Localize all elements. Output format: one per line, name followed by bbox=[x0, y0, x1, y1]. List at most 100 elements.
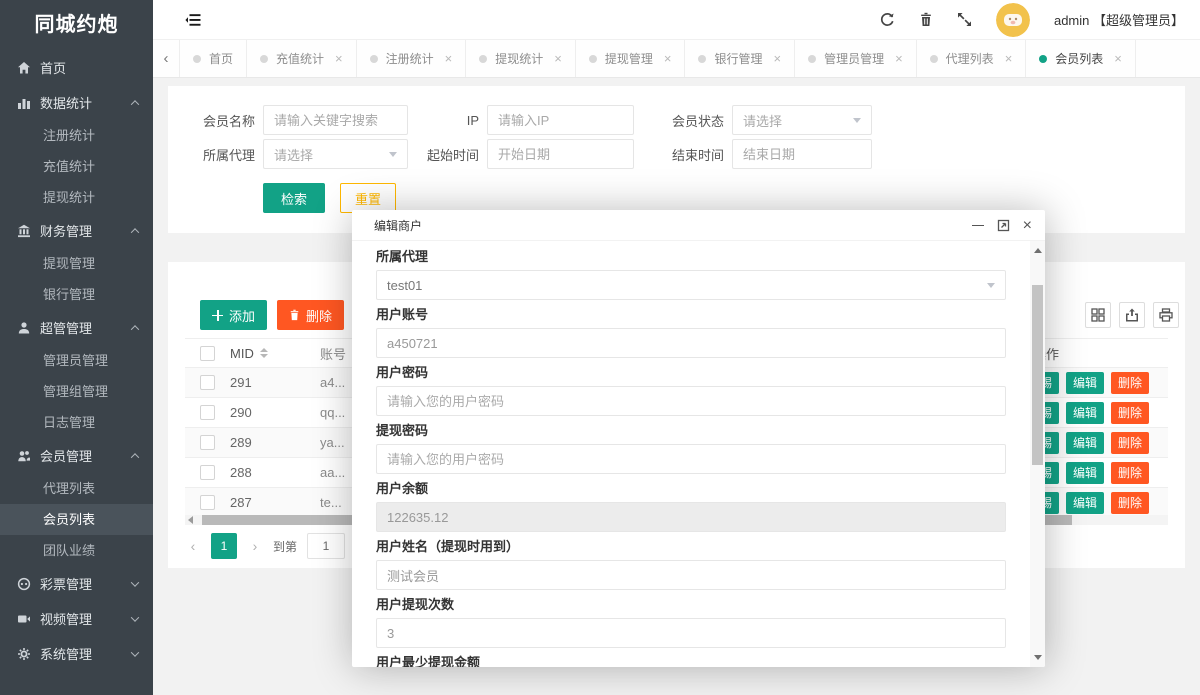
delete-row-button[interactable]: 删除 bbox=[1111, 402, 1149, 424]
edit-button[interactable]: 编辑 bbox=[1066, 462, 1104, 484]
search-button[interactable]: 检索 bbox=[263, 183, 325, 213]
tab-dot bbox=[808, 55, 816, 63]
sort-icon[interactable] bbox=[260, 348, 268, 358]
maximize-icon[interactable] bbox=[997, 219, 1010, 232]
row-checkbox[interactable] bbox=[200, 405, 215, 420]
tabs-scroll-left-icon[interactable]: ‹ bbox=[153, 40, 180, 77]
agent-select[interactable]: 请选择 bbox=[263, 139, 408, 169]
tab-admin-manage[interactable]: 管理员管理 × bbox=[795, 40, 917, 77]
sidebar-item-log-manage[interactable]: 日志管理 bbox=[0, 407, 153, 438]
user-password-input[interactable] bbox=[376, 386, 1006, 416]
close-icon[interactable]: × bbox=[445, 51, 453, 66]
row-checkbox[interactable] bbox=[200, 435, 215, 450]
end-date-input[interactable] bbox=[732, 139, 872, 169]
edit-button[interactable]: 编辑 bbox=[1066, 432, 1104, 454]
row-checkbox[interactable] bbox=[200, 465, 215, 480]
agent-select[interactable]: test01 bbox=[376, 270, 1006, 300]
sidebar-item-team-performance[interactable]: 团队业绩 bbox=[0, 535, 153, 566]
tab-agent-list[interactable]: 代理列表 × bbox=[917, 40, 1027, 77]
sidebar-item-recharge-stats[interactable]: 充值统计 bbox=[0, 151, 153, 182]
sidebar-item-bank-manage[interactable]: 银行管理 bbox=[0, 279, 153, 310]
scroll-left-arrow-icon[interactable] bbox=[188, 516, 193, 524]
row-actions: 踢 编辑 删除 bbox=[1033, 432, 1168, 454]
next-page-button[interactable]: › bbox=[247, 538, 263, 554]
sidebar-group-member[interactable]: 会员管理 bbox=[0, 438, 153, 473]
export-icon[interactable] bbox=[1119, 302, 1145, 328]
current-user[interactable]: admin 【超级管理员】 bbox=[1054, 10, 1184, 29]
sidebar-item-member-list[interactable]: 会员列表 bbox=[0, 504, 153, 535]
member-status-select[interactable]: 请选择 bbox=[732, 105, 872, 135]
add-button-label: 添加 bbox=[229, 306, 255, 325]
close-icon[interactable]: × bbox=[664, 51, 672, 66]
close-icon[interactable]: × bbox=[554, 51, 562, 66]
header-op-cell: 操作 bbox=[1033, 344, 1168, 363]
tab-home[interactable]: 首页 bbox=[180, 40, 247, 77]
row-checkbox[interactable] bbox=[200, 375, 215, 390]
tab-bank-manage[interactable]: 银行管理 × bbox=[685, 40, 795, 77]
member-name-input[interactable] bbox=[263, 105, 408, 135]
sidebar-group-super-admin[interactable]: 超管管理 bbox=[0, 310, 153, 345]
modal-scrollbar[interactable] bbox=[1030, 241, 1045, 667]
minimize-icon[interactable] bbox=[972, 225, 984, 227]
refresh-icon[interactable] bbox=[880, 12, 895, 27]
sidebar-group-lottery[interactable]: 彩票管理 bbox=[0, 566, 153, 601]
goto-label: 到第 bbox=[273, 538, 297, 555]
tab-withdraw-manage[interactable]: 提现管理 × bbox=[576, 40, 686, 77]
sidebar-group-finance[interactable]: 财务管理 bbox=[0, 213, 153, 248]
sidebar-item-home[interactable]: 首页 bbox=[0, 50, 153, 85]
close-icon[interactable]: × bbox=[895, 51, 903, 66]
withdraw-count-input[interactable] bbox=[376, 618, 1006, 648]
add-button[interactable]: 添加 bbox=[200, 300, 267, 330]
user-account-input[interactable] bbox=[376, 328, 1006, 358]
scroll-down-arrow-icon[interactable] bbox=[1030, 650, 1045, 665]
trash-icon[interactable] bbox=[919, 12, 933, 27]
close-icon[interactable]: × bbox=[1023, 218, 1032, 234]
edit-button[interactable]: 编辑 bbox=[1066, 492, 1104, 514]
close-icon[interactable]: × bbox=[1114, 51, 1122, 66]
select-all-checkbox[interactable] bbox=[200, 346, 215, 361]
fullscreen-icon[interactable] bbox=[957, 12, 972, 27]
sidebar-group-system[interactable]: 系统管理 bbox=[0, 636, 153, 671]
sidebar-item-admin-group-manage[interactable]: 管理组管理 bbox=[0, 376, 153, 407]
print-icon[interactable] bbox=[1153, 302, 1179, 328]
bank-icon bbox=[15, 224, 32, 238]
start-date-input[interactable] bbox=[487, 139, 634, 169]
sidebar-item-admin-manage[interactable]: 管理员管理 bbox=[0, 345, 153, 376]
user-realname-input[interactable] bbox=[376, 560, 1006, 590]
scrollbar-thumb[interactable] bbox=[1032, 285, 1043, 465]
row-actions: 踢 编辑 删除 bbox=[1033, 402, 1168, 424]
filter-columns-icon[interactable] bbox=[1085, 302, 1111, 328]
delete-row-button[interactable]: 删除 bbox=[1111, 432, 1149, 454]
sidebar-item-register-stats[interactable]: 注册统计 bbox=[0, 120, 153, 151]
current-page-button[interactable]: 1 bbox=[211, 533, 237, 559]
close-icon[interactable]: × bbox=[1005, 51, 1013, 66]
prev-page-button[interactable]: ‹ bbox=[185, 538, 201, 554]
delete-row-button[interactable]: 删除 bbox=[1111, 492, 1149, 514]
withdraw-password-input[interactable] bbox=[376, 444, 1006, 474]
tab-recharge-stats[interactable]: 充值统计 × bbox=[247, 40, 357, 77]
row-checkbox[interactable] bbox=[200, 495, 215, 510]
close-icon[interactable]: × bbox=[773, 51, 781, 66]
delete-row-button[interactable]: 删除 bbox=[1111, 372, 1149, 394]
avatar[interactable] bbox=[996, 3, 1030, 37]
goto-page-input[interactable] bbox=[307, 533, 345, 559]
scroll-up-arrow-icon[interactable] bbox=[1030, 243, 1045, 258]
gear-icon bbox=[15, 647, 32, 661]
sidebar-item-withdraw-manage[interactable]: 提现管理 bbox=[0, 248, 153, 279]
tab-withdraw-stats[interactable]: 提现统计 × bbox=[466, 40, 576, 77]
sidebar-group-video[interactable]: 视频管理 bbox=[0, 601, 153, 636]
close-icon[interactable]: × bbox=[335, 51, 343, 66]
reset-button[interactable]: 重置 bbox=[340, 183, 396, 213]
delete-row-button[interactable]: 删除 bbox=[1111, 462, 1149, 484]
ip-input[interactable] bbox=[487, 105, 634, 135]
collapse-sidebar-icon[interactable] bbox=[185, 13, 201, 27]
agent-label: 所属代理 bbox=[175, 145, 255, 164]
sidebar-item-withdraw-stats[interactable]: 提现统计 bbox=[0, 182, 153, 213]
edit-button[interactable]: 编辑 bbox=[1066, 372, 1104, 394]
tab-register-stats[interactable]: 注册统计 × bbox=[357, 40, 467, 77]
sidebar-item-agent-list[interactable]: 代理列表 bbox=[0, 473, 153, 504]
sidebar-group-data-stats[interactable]: 数据统计 bbox=[0, 85, 153, 120]
delete-button[interactable]: 删除 bbox=[277, 300, 344, 330]
tab-member-list[interactable]: 会员列表 × bbox=[1026, 40, 1136, 77]
edit-button[interactable]: 编辑 bbox=[1066, 402, 1104, 424]
